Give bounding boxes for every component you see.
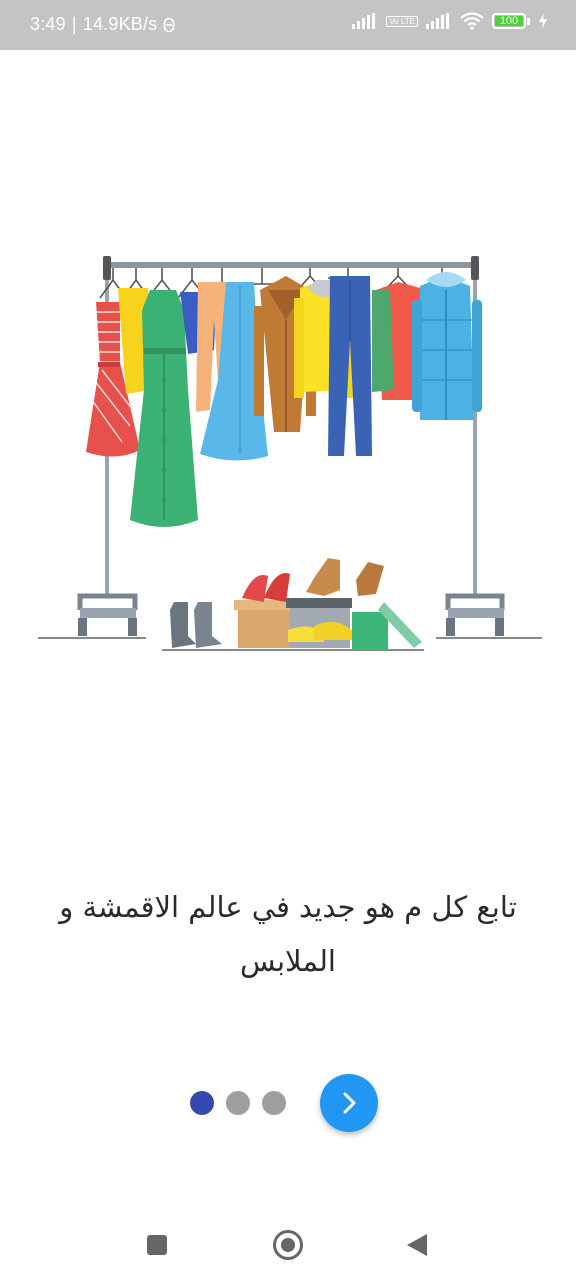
- onboarding-caption: تابع كل م هو جديد في عالم الاقمشة و المل…: [59, 890, 517, 978]
- page-dot: [226, 1091, 250, 1115]
- page-dot: [262, 1091, 286, 1115]
- wifi-icon: [460, 12, 484, 30]
- system-nav-bar: [0, 1210, 576, 1280]
- battery-icon: 100: [492, 13, 526, 29]
- chevron-right-icon: [343, 1092, 356, 1114]
- back-triangle-icon: [407, 1234, 427, 1256]
- home-button[interactable]: [272, 1229, 304, 1265]
- recents-button[interactable]: [146, 1234, 168, 1260]
- volte-label: Vo LTE: [389, 16, 415, 26]
- volte-icon: Vo LTE: [386, 15, 418, 27]
- signal-icon: [426, 13, 449, 29]
- clothing-rack-illustration: [38, 256, 542, 651]
- network-speed: 14.9KB/s: [82, 14, 158, 34]
- status-time: 3:49: [30, 14, 66, 34]
- page-dot-active: [190, 1091, 214, 1115]
- status-bar: 3:49 | 14.9KB/s Vo LTE 100: [0, 0, 576, 50]
- recents-square-icon: [147, 1235, 167, 1255]
- battery-level: 100: [499, 15, 519, 27]
- status-separator: |: [71, 14, 77, 34]
- page-indicator: [190, 1091, 286, 1115]
- next-button[interactable]: [320, 1074, 378, 1132]
- data-saver-icon: [164, 17, 175, 32]
- signal-icon: [352, 13, 376, 29]
- back-button[interactable]: [406, 1233, 428, 1261]
- home-circle-icon: [273, 1230, 303, 1260]
- charging-icon: [539, 13, 547, 29]
